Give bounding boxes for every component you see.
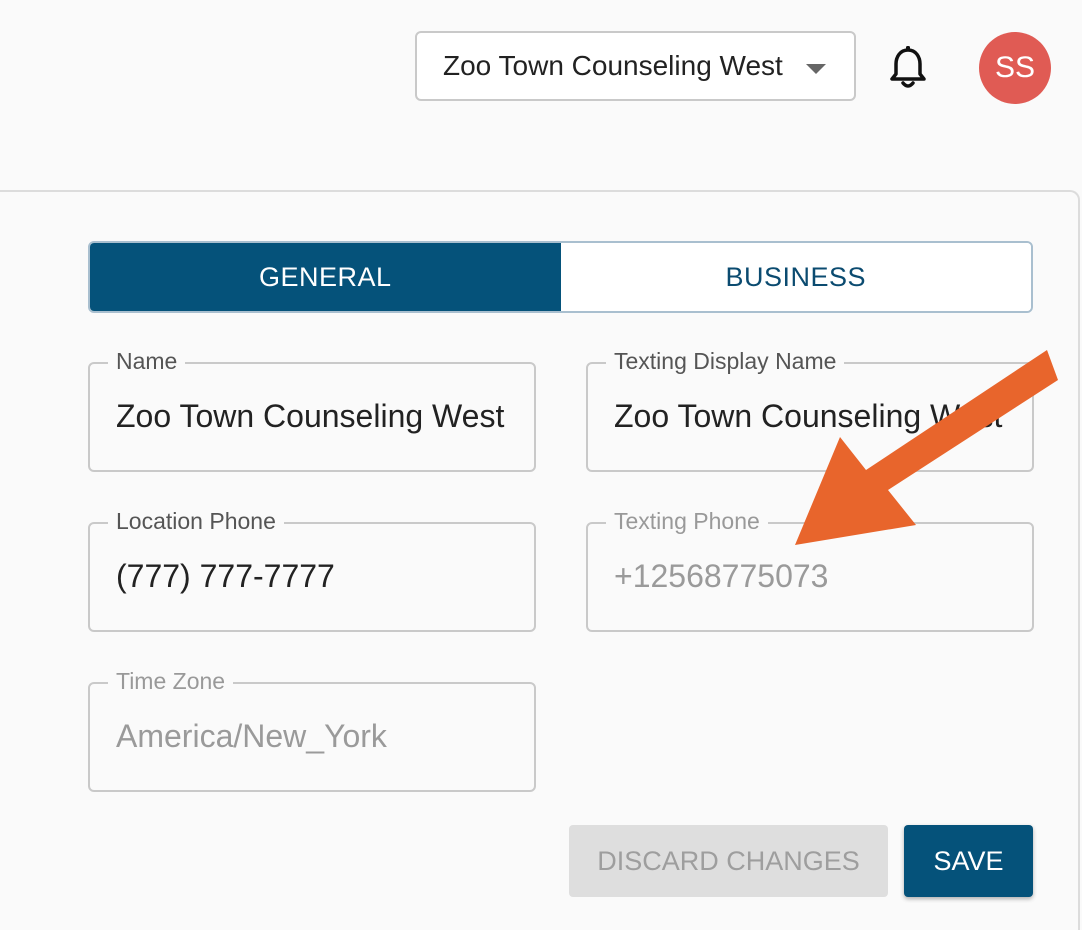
location-phone-label: Location Phone <box>108 508 284 535</box>
time-zone-value: America/New_York <box>116 718 387 754</box>
tab-general-label: GENERAL <box>258 261 392 292</box>
discard-changes-label: DISCARD CHANGES <box>597 845 860 876</box>
texting-phone-value: +12568775073 <box>614 558 829 594</box>
texting-phone-field: Texting Phone +12568775073 <box>586 508 1034 632</box>
location-select-value: Zoo Town Counseling West <box>443 50 783 81</box>
name-value: Zoo Town Counseling West <box>116 398 505 434</box>
tab-business[interactable]: BUSINESS <box>560 243 1031 311</box>
texting-display-name-label: Texting Display Name <box>606 348 845 375</box>
texting-phone-label: Texting Phone <box>606 508 768 535</box>
avatar[interactable]: SS <box>979 32 1051 104</box>
tab-bar: GENERAL BUSINESS <box>88 241 1033 313</box>
time-zone-label: Time Zone <box>108 668 234 695</box>
save-label: SAVE <box>933 845 1004 876</box>
time-zone-field: Time Zone America/New_York <box>88 668 536 792</box>
location-select[interactable]: Zoo Town Counseling West <box>415 31 856 101</box>
tab-general[interactable]: GENERAL <box>90 243 561 311</box>
location-phone-value: (777) 777-7777 <box>116 558 335 594</box>
name-field[interactable]: Name Zoo Town Counseling West <box>88 348 536 472</box>
discard-changes-button[interactable]: DISCARD CHANGES <box>569 825 888 897</box>
save-button[interactable]: SAVE <box>904 825 1033 897</box>
texting-display-name-value: Zoo Town Counseling West <box>614 398 1003 434</box>
avatar-initials: SS <box>994 51 1036 84</box>
name-label: Name <box>108 348 186 375</box>
top-bar: Zoo Town Counseling West SS <box>0 0 1082 190</box>
texting-display-name-field[interactable]: Texting Display Name Zoo Town Counseling… <box>586 348 1034 472</box>
location-phone-field[interactable]: Location Phone (777) 777-7777 <box>88 508 536 632</box>
tab-business-label: BUSINESS <box>725 261 867 292</box>
chevron-down-icon <box>806 64 826 74</box>
bell-icon[interactable] <box>888 46 928 90</box>
